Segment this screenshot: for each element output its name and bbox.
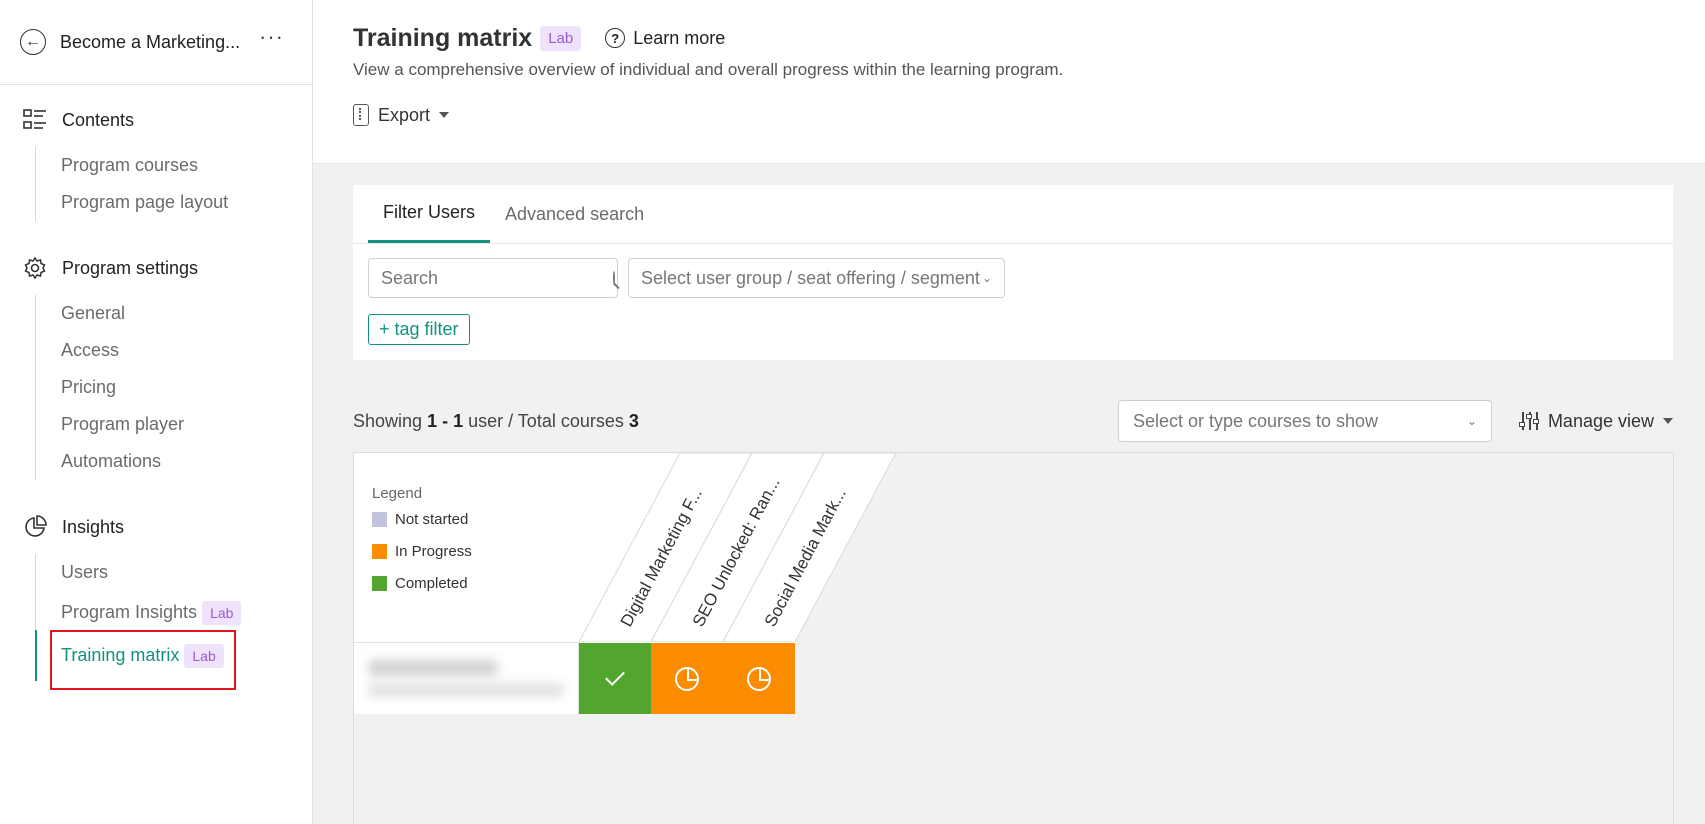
tab-advanced-search[interactable]: Advanced search xyxy=(490,185,659,243)
blurred-user-email xyxy=(368,683,564,697)
sidebar-item-program-insights[interactable]: Program Insights Lab xyxy=(61,591,312,634)
tab-filter-users[interactable]: Filter Users xyxy=(368,185,491,243)
search-icon[interactable] xyxy=(613,271,615,285)
results-toolbar: Showing 1 - 1 user / Total courses 3 Sel… xyxy=(353,400,1673,442)
settings-group: General Access Pricing Program player Au… xyxy=(35,295,312,480)
back-arrow-icon[interactable]: ← xyxy=(20,29,46,55)
main-content: Training matrix Lab ? Learn more View a … xyxy=(313,0,1705,824)
sidebar-section-contents[interactable]: Contents xyxy=(0,105,312,135)
results-range: 1 - 1 xyxy=(427,410,464,431)
caret-down-icon xyxy=(1663,418,1673,424)
gear-icon xyxy=(22,255,48,281)
list-icon xyxy=(22,107,48,133)
showing-prefix: Showing xyxy=(353,410,423,431)
filter-tabs: Filter Users Advanced search xyxy=(353,185,1673,244)
manage-view-label: Manage view xyxy=(1547,410,1654,431)
filter-card: Filter Users Advanced search Select user… xyxy=(353,185,1673,360)
sidebar-item-program-player[interactable]: Program player xyxy=(61,406,312,443)
program-title[interactable]: Become a Marketing... xyxy=(60,32,259,53)
status-cell-in-progress[interactable] xyxy=(651,642,723,714)
sidebar-item-label: Users xyxy=(61,562,109,582)
page-header: Training matrix Lab ? Learn more View a … xyxy=(313,0,1705,164)
sidebar-item-program-page-layout[interactable]: Program page layout xyxy=(61,184,312,221)
checkmark-icon xyxy=(605,666,625,686)
search-input[interactable] xyxy=(381,267,613,289)
training-matrix: Legend Not started In Progress Completed… xyxy=(353,452,1674,824)
more-options-icon[interactable]: ··· xyxy=(259,26,284,52)
chevron-down-icon: ⌄ xyxy=(1466,414,1477,428)
sidebar-item-pricing[interactable]: Pricing xyxy=(61,369,312,406)
lab-badge: Lab xyxy=(202,600,242,625)
status-cell-completed[interactable] xyxy=(579,642,651,714)
matrix-empty-area xyxy=(354,715,1673,824)
course-select-label: Select or type courses to show xyxy=(1132,410,1379,431)
chevron-down-icon: ⌄ xyxy=(981,271,992,285)
help-circle-icon: ? xyxy=(605,28,626,48)
tag-filter-button[interactable]: + tag filter xyxy=(368,314,470,345)
sidebar-section-label: Contents xyxy=(62,109,135,130)
status-cell-in-progress[interactable] xyxy=(723,642,795,714)
sidebar-section-insights[interactable]: Insights xyxy=(0,512,312,542)
course-column-headers: Digital Marketing F... SEO Unlocked: Ran… xyxy=(578,453,914,643)
manage-view-button[interactable]: Manage view xyxy=(1518,410,1673,432)
sidebar-item-program-courses[interactable]: Program courses xyxy=(61,147,312,184)
blurred-user-name xyxy=(368,659,498,677)
progress-pie-icon xyxy=(675,666,699,691)
sidebar-section-settings[interactable]: Program settings xyxy=(0,253,312,283)
caret-down-icon xyxy=(439,112,450,118)
export-button[interactable]: Export xyxy=(353,104,450,126)
learn-more-label: Learn more xyxy=(633,27,726,48)
sidebar-section-label: Program settings xyxy=(62,257,199,278)
users-label: user / Total courses xyxy=(468,410,624,431)
export-label: Export xyxy=(378,104,431,125)
user-group-select-label: Select user group / seat offering / segm… xyxy=(641,267,980,288)
highlight-annotation xyxy=(50,630,236,690)
contents-group: Program courses Program page layout xyxy=(35,147,312,221)
zip-file-icon xyxy=(353,104,369,126)
progress-pie-icon xyxy=(747,666,771,691)
page-subtitle: View a comprehensive overview of individ… xyxy=(353,60,1064,79)
pie-chart-icon xyxy=(22,514,48,540)
sidebar-header: ← Become a Marketing... ··· xyxy=(0,0,312,85)
sidebar-item-users[interactable]: Users xyxy=(61,554,312,591)
sidebar-item-general[interactable]: General xyxy=(61,295,312,332)
results-summary: Showing 1 - 1 user / Total courses 3 xyxy=(353,411,1118,432)
user-group-select[interactable]: Select user group / seat offering / segm… xyxy=(628,258,1005,298)
sidebar-section-label: Insights xyxy=(62,516,125,537)
user-row-header[interactable] xyxy=(354,642,579,714)
sidebar: ← Become a Marketing... ··· Contents Pro… xyxy=(0,0,313,824)
sliders-icon xyxy=(1518,412,1540,430)
sidebar-item-access[interactable]: Access xyxy=(61,332,312,369)
lab-badge: Lab xyxy=(540,25,582,51)
course-select[interactable]: Select or type courses to show ⌄ xyxy=(1117,400,1492,442)
learn-more-link[interactable]: ? Learn more xyxy=(605,28,725,49)
sidebar-item-automations[interactable]: Automations xyxy=(61,443,312,480)
total-courses: 3 xyxy=(628,410,639,431)
page-title: Training matrix xyxy=(353,23,533,52)
sidebar-item-label: Program Insights xyxy=(61,602,198,622)
search-field xyxy=(368,258,618,298)
